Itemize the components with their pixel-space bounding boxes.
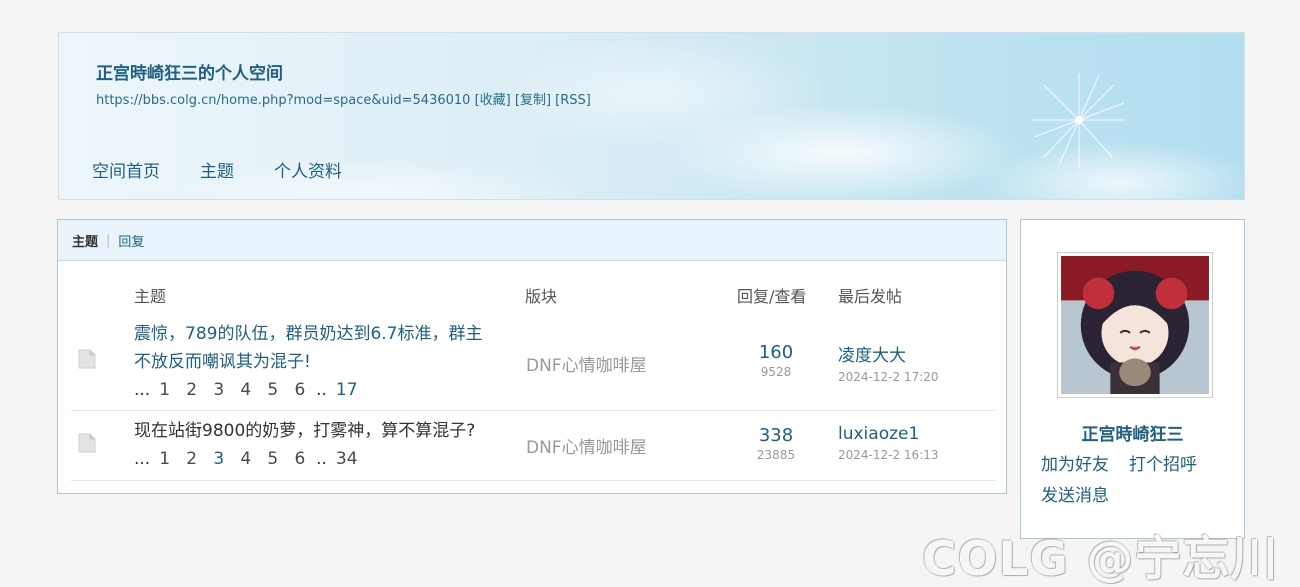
page-link[interactable]: 3 bbox=[213, 449, 224, 469]
avatar[interactable] bbox=[1057, 252, 1213, 398]
watermark: COLG @宁忘川 bbox=[922, 532, 1279, 587]
thread-pagination: ... 1 2 3 4 5 6 .. 34 bbox=[134, 445, 499, 473]
page-link[interactable]: 2 bbox=[186, 380, 197, 400]
page-link[interactable]: 3 bbox=[213, 380, 224, 400]
pagination-ellipsis: .. bbox=[316, 449, 327, 469]
page-link[interactable]: 1 bbox=[159, 449, 170, 469]
thread-title-line: 震惊，789的队伍，群员奶达到6.7标准，群主 bbox=[134, 324, 483, 344]
column-header-subject: 主题 bbox=[134, 287, 167, 306]
avatar-image bbox=[1061, 256, 1209, 394]
last-post: 凌度大大 2024-12-2 17:20 bbox=[838, 341, 939, 384]
reply-count: 338 bbox=[758, 425, 794, 446]
page-link[interactable]: 6 bbox=[294, 449, 305, 469]
dandelion-decoration bbox=[1032, 73, 1126, 169]
last-post-author[interactable]: luxiaoze1 bbox=[838, 424, 939, 444]
last-post-time[interactable]: 2024-12-2 17:20 bbox=[838, 370, 939, 384]
thread-forum-link[interactable]: DNF心情咖啡屋 bbox=[526, 433, 647, 458]
space-header: 正宫時崎狂三的个人空间 https://bbs.colg.cn/home.php… bbox=[58, 32, 1245, 200]
page-link[interactable]: 5 bbox=[267, 380, 278, 400]
page-link[interactable]: 6 bbox=[294, 380, 305, 400]
tab-threads[interactable]: 主题 bbox=[72, 231, 98, 250]
add-friend-link[interactable]: 加为好友 bbox=[1041, 455, 1109, 475]
copy-link[interactable]: [复制] bbox=[515, 93, 551, 108]
pagination-ellipsis: ... bbox=[134, 380, 151, 400]
page-link[interactable]: 34 bbox=[336, 449, 358, 469]
column-header-last-post: 最后发帖 bbox=[838, 287, 903, 306]
view-count: 9528 bbox=[760, 365, 792, 379]
page-link[interactable]: 2 bbox=[186, 449, 197, 469]
thread-title-block: 震惊，789的队伍，群员奶达到6.7标准，群主 不放反而嘲讽其为混子! ... 1 … bbox=[134, 320, 499, 404]
tab-separator: | bbox=[106, 232, 111, 248]
last-post: luxiaoze1 2024-12-2 16:13 bbox=[838, 424, 939, 462]
profile-name[interactable]: 正宫時崎狂三 bbox=[1021, 420, 1244, 445]
panel-tabs: 主题 | 回复 bbox=[58, 220, 1006, 261]
greet-link[interactable]: 打个招呼 bbox=[1129, 455, 1197, 475]
nav-profile[interactable]: 个人资料 bbox=[274, 157, 342, 182]
pagination-ellipsis: .. bbox=[316, 380, 327, 400]
page-link[interactable]: 17 bbox=[336, 380, 358, 400]
document-icon bbox=[78, 349, 96, 369]
thread-forum-link[interactable]: DNF心情咖啡屋 bbox=[526, 351, 647, 376]
space-nav: 空间首页 主题 个人资料 bbox=[92, 157, 342, 182]
page-link[interactable]: 4 bbox=[240, 380, 251, 400]
space-title: 正宫時崎狂三的个人空间 bbox=[96, 64, 283, 84]
page-link[interactable]: 1 bbox=[159, 380, 170, 400]
reply-count: 160 bbox=[758, 342, 794, 363]
column-header-stats: 回复/查看 bbox=[737, 287, 807, 306]
profile-card: 正宫時崎狂三 加为好友 打个招呼 发送消息 bbox=[1020, 219, 1245, 539]
page-link[interactable]: 4 bbox=[240, 449, 251, 469]
threads-panel: 主题 | 回复 主题 版块 回复/查看 最后发帖 震惊，789的队伍，群员奶达到… bbox=[57, 219, 1007, 494]
thread-row: 震惊，789的队伍，群员奶达到6.7标准，群主 不放反而嘲讽其为混子! ... 1 … bbox=[71, 317, 995, 411]
thread-title-block: 现在站街9800的奶萝，打雾神，算不算混子? ... 1 2 3 4 5 6 ..… bbox=[134, 417, 499, 473]
thread-pagination: ... 1 2 3 4 5 6 .. 17 bbox=[134, 376, 499, 404]
last-post-author[interactable]: 凌度大大 bbox=[838, 341, 939, 366]
profile-actions: 加为好友 打个招呼 发送消息 bbox=[1041, 450, 1241, 512]
document-icon bbox=[78, 433, 96, 453]
last-post-time[interactable]: 2024-12-2 16:13 bbox=[838, 448, 939, 462]
thread-title-link[interactable]: 震惊，789的队伍，群员奶达到6.7标准，群主 不放反而嘲讽其为混子! bbox=[134, 324, 482, 372]
nav-space-home[interactable]: 空间首页 bbox=[92, 157, 160, 182]
pagination-ellipsis: ... bbox=[134, 449, 151, 469]
space-url-link[interactable]: https://bbs.colg.cn/home.php?mod=space&u… bbox=[96, 93, 470, 108]
thread-row: 现在站街9800的奶萝，打雾神，算不算混子? ... 1 2 3 4 5 6 ..… bbox=[71, 411, 995, 481]
favorite-link[interactable]: [收藏] bbox=[475, 93, 511, 108]
nav-threads[interactable]: 主题 bbox=[200, 157, 234, 182]
space-url-line: https://bbs.colg.cn/home.php?mod=space&u… bbox=[96, 89, 591, 108]
column-header-forum: 版块 bbox=[525, 287, 558, 306]
thread-stats: 338 23885 bbox=[731, 425, 821, 462]
thread-stats: 160 9528 bbox=[731, 342, 821, 379]
send-message-link[interactable]: 发送消息 bbox=[1041, 486, 1109, 506]
tab-replies[interactable]: 回复 bbox=[118, 231, 144, 250]
view-count: 23885 bbox=[756, 448, 796, 462]
rss-link[interactable]: [RSS] bbox=[555, 93, 591, 108]
page-link[interactable]: 5 bbox=[267, 449, 278, 469]
thread-title-link[interactable]: 现在站街9800的奶萝，打雾神，算不算混子? bbox=[134, 421, 475, 441]
thread-title-line: 不放反而嘲讽其为混子! bbox=[134, 352, 311, 372]
